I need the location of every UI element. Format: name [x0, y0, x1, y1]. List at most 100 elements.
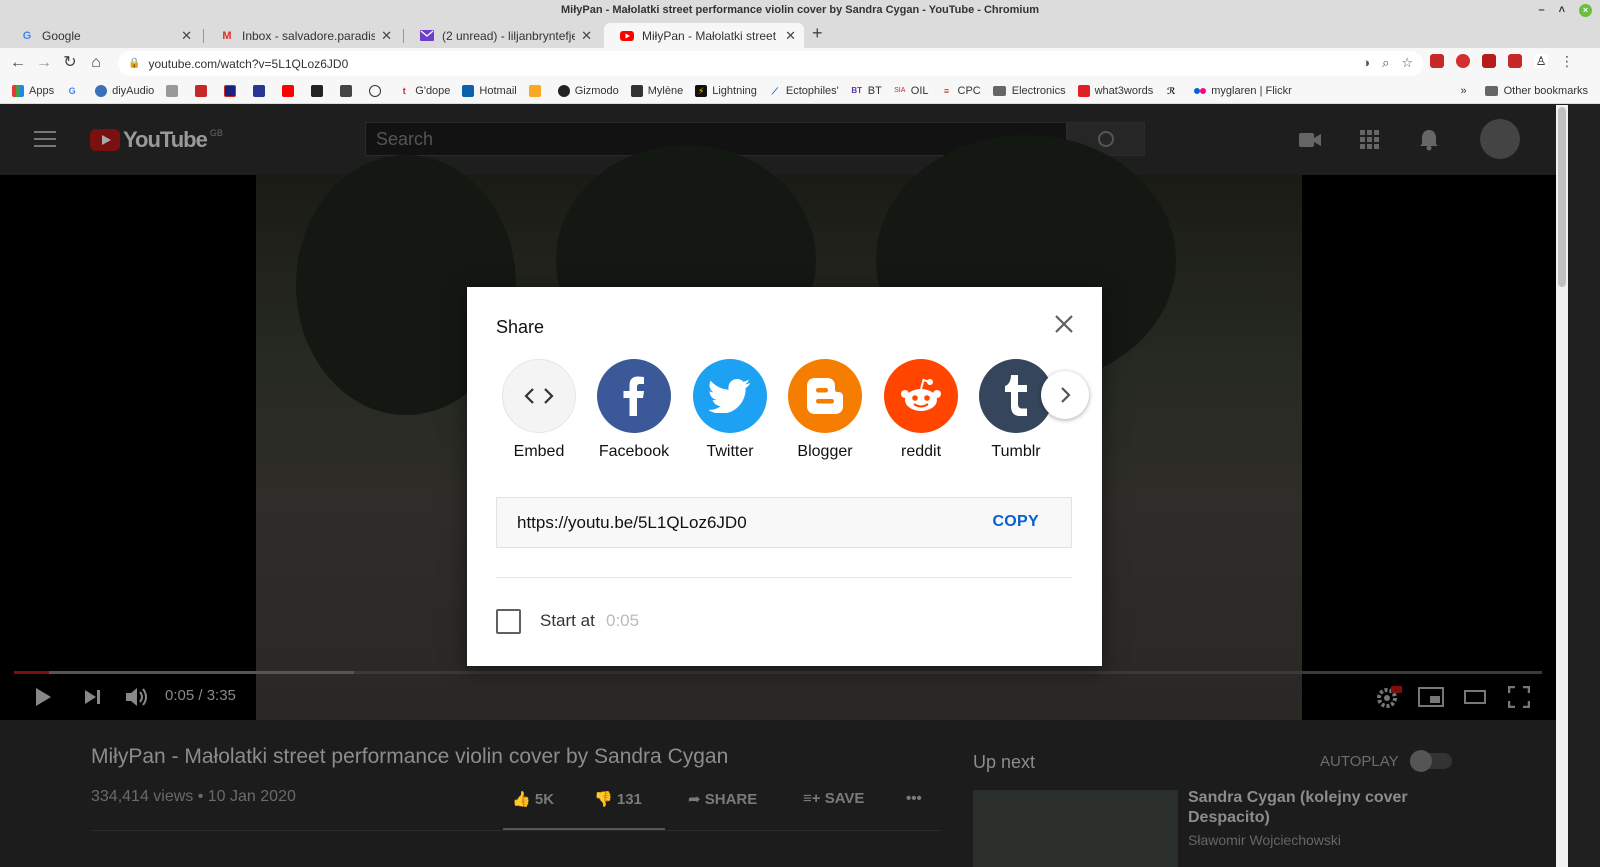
bookmark-cpc[interactable]: ≡ CPC [941, 85, 981, 97]
thumbs-down-icon: 👎 [594, 791, 613, 808]
bookmark-icon-only[interactable] [166, 84, 183, 97]
notifications-bell-icon[interactable] [1417, 129, 1441, 151]
create-video-icon[interactable] [1298, 129, 1322, 151]
tab-title: (2 unread) - liljanbryntefjell@ [442, 28, 576, 43]
new-tab-button[interactable]: + [812, 23, 823, 44]
bookmark-icon-only[interactable] [369, 84, 386, 97]
bookmark-gizmodo[interactable]: Gizmodo [557, 84, 619, 97]
close-tab-icon[interactable]: ✕ [181, 28, 192, 44]
other-bookmarks[interactable]: Other bookmarks [1484, 85, 1588, 97]
volume-icon[interactable] [124, 686, 150, 708]
bookmark-google[interactable]: G [66, 85, 83, 97]
bookmark-icon-only[interactable] [340, 84, 357, 97]
tab-youtube[interactable]: MiłyPan - Małolatki street per ✕ [604, 23, 804, 48]
share-tumblr-button[interactable]: Tumblr [979, 359, 1053, 461]
close-tab-icon[interactable]: ✕ [785, 28, 796, 44]
buffered-bar [14, 671, 354, 674]
share-option-label: Twitter [706, 443, 754, 460]
share-button[interactable]: ➦ SHARE [688, 790, 757, 808]
translate-icon[interactable]: ◑ [1362, 55, 1370, 71]
dislike-button[interactable]: 👎 131 [594, 790, 642, 808]
bookmark-icon-only[interactable]: ℛ [1165, 85, 1182, 97]
tab-gmail[interactable]: M Inbox - salvadore.paradise@gm ✕ [204, 23, 400, 48]
extension-icon[interactable] [1482, 54, 1496, 68]
avatar[interactable] [1480, 119, 1520, 159]
fullscreen-icon[interactable] [1508, 686, 1530, 708]
miniplayer-icon[interactable] [1418, 687, 1444, 707]
bookmark-what3words[interactable]: what3words [1077, 84, 1153, 97]
play-icon[interactable] [34, 687, 52, 707]
share-reddit-button[interactable]: reddit [884, 359, 958, 461]
like-button[interactable]: 👍 5K [512, 790, 554, 808]
address-bar[interactable]: 🔒 youtube.com/watch?v=5L1QLoz6JD0 ◑ ⌕ ☆ [118, 51, 1423, 76]
next-video-title[interactable]: Sandra Cygan (kolejny cover Despacito) [1188, 788, 1458, 828]
bookmark-icon-only[interactable] [311, 84, 328, 97]
bookmark-icon-only[interactable] [528, 84, 546, 97]
linux-icon[interactable]: ♙ [1534, 54, 1548, 68]
share-url-field[interactable]: https://youtu.be/5L1QLoz6JD0 COPY [496, 497, 1072, 548]
next-video-icon[interactable] [84, 689, 102, 705]
bookmark-favicon [630, 84, 643, 97]
share-next-button[interactable] [1041, 371, 1089, 419]
share-facebook-button[interactable]: Facebook [597, 359, 671, 461]
close-tab-icon[interactable]: ✕ [381, 28, 392, 44]
share-label: SHARE [704, 791, 758, 808]
bookmarks-right: » Other bookmarks [1461, 78, 1589, 104]
bookmark-flickr[interactable]: myglaren | Flickr [1194, 85, 1292, 97]
autoplay-toggle[interactable] [1410, 750, 1452, 772]
minimize-button[interactable]: – [1538, 0, 1544, 21]
bookmark-mylene[interactable]: Mylène [630, 84, 683, 97]
menu-icon[interactable] [34, 131, 56, 147]
zoom-icon[interactable]: ⌕ [1382, 55, 1389, 71]
maximize-button[interactable]: ˄ [1559, 0, 1565, 21]
theater-mode-icon[interactable] [1464, 689, 1486, 705]
adblock-icon[interactable] [1456, 54, 1470, 68]
tab-mail[interactable]: (2 unread) - liljanbryntefjell@ ✕ [404, 23, 600, 48]
reload-button[interactable]: ↻ [60, 53, 80, 73]
bookmark-icon-only[interactable] [282, 84, 299, 97]
shield-icon[interactable] [1508, 54, 1522, 68]
apps-grid-icon[interactable] [1358, 129, 1382, 151]
youtube-logo[interactable]: YouTube GB [90, 127, 223, 153]
bookmark-oil[interactable]: SIA OIL [894, 85, 928, 97]
bookmark-icon-only[interactable] [195, 84, 212, 97]
menu-dots-icon[interactable]: ⋮ [1560, 54, 1574, 68]
bookmark-bt[interactable]: BT BT [851, 85, 881, 97]
settings-gear-icon[interactable] [1376, 685, 1402, 709]
more-actions-button[interactable]: ••• [906, 790, 922, 807]
video-progress-bar[interactable] [14, 671, 1542, 674]
share-blogger-button[interactable]: Blogger [788, 359, 862, 461]
page-scrollbar[interactable] [1556, 105, 1568, 867]
save-button[interactable]: ≡+ SAVE [803, 790, 864, 807]
start-at-checkbox[interactable] [496, 609, 521, 634]
share-embed-button[interactable]: Embed [502, 359, 576, 461]
next-video-thumbnail[interactable] [973, 790, 1178, 867]
home-button[interactable]: ⌂ [86, 53, 106, 73]
start-at-time-input[interactable]: 0:05 [606, 611, 639, 631]
bookmark-diyaudio[interactable]: diyAudio [95, 84, 154, 97]
bookmark-label: Gizmodo [574, 84, 619, 97]
bookmark-star-icon[interactable]: ☆ [1401, 55, 1413, 71]
extension-icon[interactable] [1430, 54, 1444, 68]
scrollbar-thumb[interactable] [1558, 107, 1566, 287]
bookmark-ectophiles[interactable]: ⟋ Ectophiles' [769, 85, 839, 97]
close-icon[interactable] [1052, 312, 1076, 336]
bookmark-lightning[interactable]: ⚡ Lightning [695, 84, 757, 97]
dislike-count: 131 [616, 791, 642, 808]
bookmark-icon-only[interactable] [253, 84, 270, 97]
tab-google[interactable]: G Google ✕ [4, 23, 200, 48]
bookmark-hotmail[interactable]: Hotmail [462, 84, 517, 97]
forward-button[interactable]: → [34, 53, 54, 73]
share-url[interactable]: https://youtu.be/5L1QLoz6JD0 [517, 513, 747, 533]
bookmarks-overflow-button[interactable]: » [1461, 85, 1467, 97]
tumblr-icon: t [402, 85, 406, 96]
bookmark-icon-only[interactable] [224, 84, 241, 97]
close-tab-icon[interactable]: ✕ [581, 28, 592, 44]
back-button[interactable]: ← [8, 53, 28, 73]
bookmark-gdope[interactable]: t G'dope [398, 85, 451, 97]
copy-button[interactable]: COPY [992, 513, 1039, 531]
bookmark-electronics[interactable]: Electronics [992, 85, 1066, 97]
close-window-button[interactable]: × [1579, 4, 1592, 17]
share-twitter-button[interactable]: Twitter [693, 359, 767, 461]
bookmark-apps[interactable]: Apps [12, 84, 54, 97]
